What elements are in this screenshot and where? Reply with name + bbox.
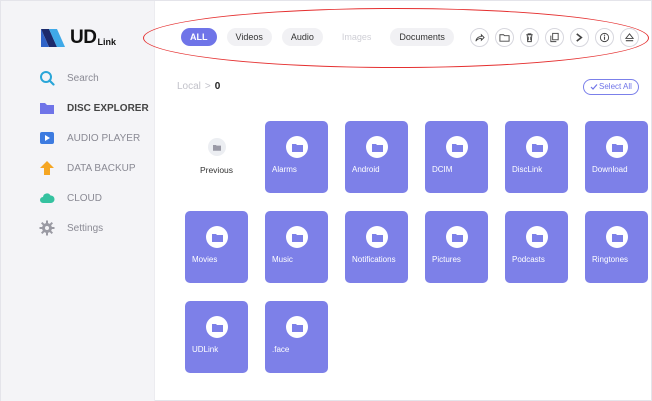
breadcrumb: Local > 0 <box>177 81 220 92</box>
sidebar-item-label: CLOUD <box>67 192 103 204</box>
folder-tile[interactable]: UDLink <box>185 301 248 373</box>
folder-icon <box>206 316 228 338</box>
filter-all[interactable]: ALL <box>181 28 217 46</box>
folder-icon <box>206 226 228 248</box>
folder-icon <box>606 226 628 248</box>
folder-tile[interactable]: Pictures <box>425 211 488 283</box>
folder-tile[interactable]: Ringtones <box>585 211 648 283</box>
tile-label: Alarms <box>272 165 297 174</box>
copy-icon <box>550 32 559 42</box>
new-folder-button[interactable] <box>494 27 514 47</box>
tile-label: .face <box>272 345 290 354</box>
folder-icon <box>606 136 628 158</box>
delete-button[interactable] <box>519 27 539 47</box>
folder-tile[interactable]: Music <box>265 211 328 283</box>
sidebar-item-settings[interactable]: Settings <box>39 218 155 238</box>
select-all-label: Select All <box>599 82 632 91</box>
sidebar-item-disc-explorer[interactable]: DISC EXPLORER <box>39 98 155 118</box>
sidebar-item-label: Search <box>67 72 99 84</box>
folder-icon <box>526 136 548 158</box>
eject-icon <box>624 32 635 41</box>
folder-tile[interactable]: DiscLink <box>505 121 568 193</box>
tile-label: Ringtones <box>592 255 629 264</box>
folder-tile[interactable]: Android <box>345 121 408 193</box>
move-button[interactable] <box>569 27 589 47</box>
tile-label: Music <box>272 255 293 264</box>
folder-icon <box>366 226 388 248</box>
eject-button[interactable] <box>619 27 639 47</box>
share-button[interactable] <box>469 27 489 47</box>
logo-mark-icon <box>39 27 69 49</box>
breadcrumb-separator: > <box>204 81 211 92</box>
tile-label: DCIM <box>432 165 453 174</box>
sidebar-nav: Search DISC EXPLORER AUDIO PLAYER DATA B… <box>39 68 155 248</box>
folder-tile[interactable]: Podcasts <box>505 211 568 283</box>
tile-label: Pictures <box>432 255 461 264</box>
info-button[interactable] <box>594 27 614 47</box>
folder-icon <box>446 136 468 158</box>
tile-label: Android <box>352 165 380 174</box>
tile-label: DiscLink <box>512 165 543 174</box>
check-icon <box>590 84 598 90</box>
folder-icon <box>366 136 388 158</box>
back-folder-icon <box>208 138 226 156</box>
folder-icon <box>39 100 55 116</box>
sidebar-item-cloud[interactable]: CLOUD <box>39 188 155 208</box>
folder-outline-icon <box>499 33 510 42</box>
cloud-icon <box>39 190 55 206</box>
previous-folder-tile[interactable]: Previous <box>185 121 248 193</box>
filter-videos[interactable]: Videos <box>226 28 272 46</box>
toolbar: ALL Videos Audio Images Documents <box>181 27 639 47</box>
udlink-logo: UD Link <box>39 25 116 49</box>
gear-icon <box>39 220 55 236</box>
tile-label: UDLink <box>192 345 219 354</box>
logo-text: UD <box>70 27 97 48</box>
folder-tile[interactable]: Movies <box>185 211 248 283</box>
sidebar-item-label: AUDIO PLAYER <box>67 132 141 144</box>
share-icon <box>475 33 485 41</box>
folder-tile[interactable]: Notifications <box>345 211 408 283</box>
sidebar-item-audio-player[interactable]: AUDIO PLAYER <box>39 128 155 148</box>
select-all-button[interactable]: Select All <box>583 79 639 95</box>
folder-icon <box>286 316 308 338</box>
folder-icon <box>286 136 308 158</box>
filter-audio[interactable]: Audio <box>281 28 323 46</box>
info-icon <box>599 32 610 42</box>
search-icon <box>39 70 55 86</box>
folder-icon <box>526 226 548 248</box>
folder-icon <box>286 226 308 248</box>
tile-label: Download <box>592 165 628 174</box>
app-window: UD Link Search DISC EXPLORER AUDIO PLAYE… <box>0 0 652 401</box>
sidebar-item-search[interactable]: Search <box>39 68 155 88</box>
sidebar-item-label: Settings <box>67 222 104 234</box>
breadcrumb-current: 0 <box>214 81 221 92</box>
copy-button[interactable] <box>544 27 564 47</box>
folder-tile[interactable]: Alarms <box>265 121 328 193</box>
folder-tile[interactable]: Download <box>585 121 648 193</box>
tile-label: Podcasts <box>512 255 545 264</box>
play-icon <box>39 130 55 146</box>
sidebar: UD Link Search DISC EXPLORER AUDIO PLAYE… <box>1 1 155 401</box>
folder-tile[interactable]: .face <box>265 301 328 373</box>
sidebar-item-label: DATA BACKUP <box>67 162 136 174</box>
folder-tile[interactable]: DCIM <box>425 121 488 193</box>
tile-label: Previous <box>199 165 234 175</box>
tile-label: Movies <box>192 255 218 264</box>
filter-documents[interactable]: Documents <box>390 28 454 46</box>
folder-icon <box>446 226 468 248</box>
trash-icon <box>526 32 533 42</box>
tile-label: Notifications <box>352 255 396 264</box>
sidebar-item-label: DISC EXPLORER <box>67 102 149 114</box>
breadcrumb-root[interactable]: Local <box>177 81 201 92</box>
move-icon <box>576 32 583 42</box>
filter-images[interactable]: Images <box>333 28 381 46</box>
backup-arrow-icon <box>39 160 55 176</box>
sidebar-item-data-backup[interactable]: DATA BACKUP <box>39 158 155 178</box>
logo-sub: Link <box>97 37 116 47</box>
